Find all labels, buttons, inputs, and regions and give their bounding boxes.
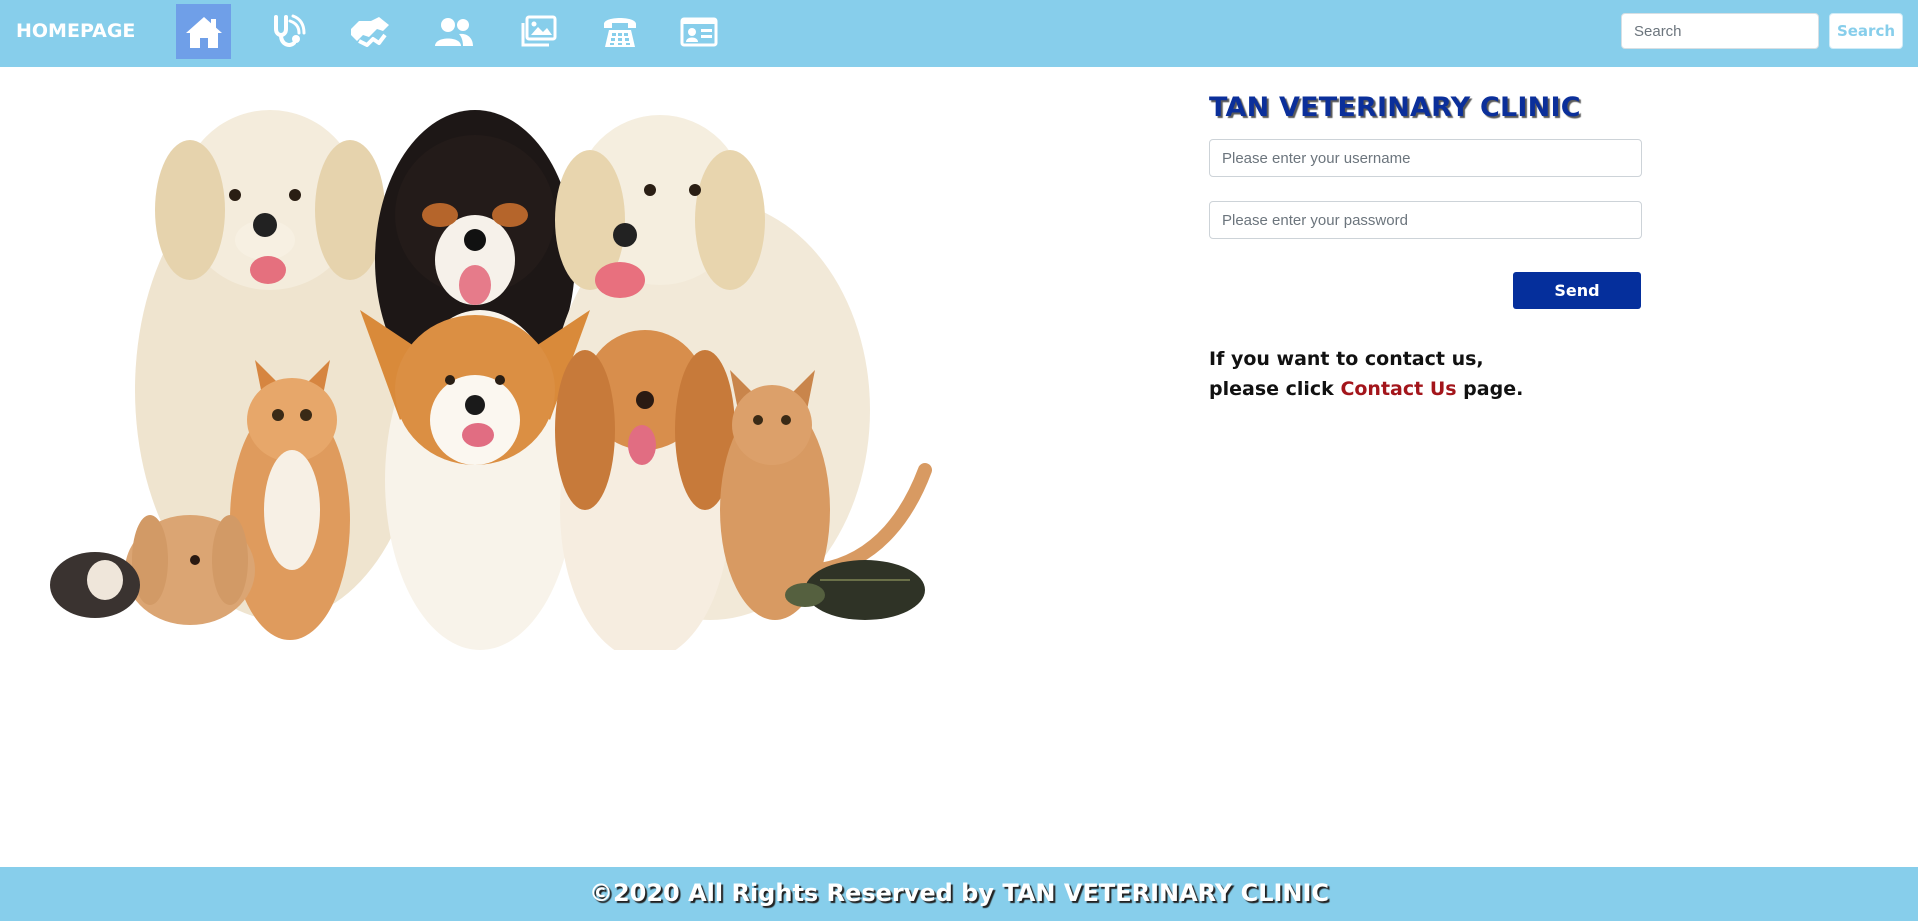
users-icon xyxy=(434,17,473,46)
nav-gallery[interactable] xyxy=(510,4,565,59)
send-button[interactable]: Send xyxy=(1513,272,1641,309)
top-navbar: HOMEPAGE Search Search xyxy=(0,0,1918,67)
footer-copyright: ©2020 All Rights Reserved by TAN VETERIN… xyxy=(588,879,1330,907)
stethoscope-icon xyxy=(273,14,305,47)
nav-contact-phone[interactable] xyxy=(592,4,647,59)
nav-partners[interactable] xyxy=(342,4,397,59)
username-input[interactable] xyxy=(1209,139,1642,177)
homepage-link[interactable]: HOMEPAGE xyxy=(16,20,135,42)
search-button[interactable]: Search xyxy=(1829,13,1903,49)
id-card-icon xyxy=(680,17,717,46)
nav-about[interactable] xyxy=(671,4,726,59)
search-input[interactable] xyxy=(1621,13,1819,49)
handshake-icon xyxy=(350,16,389,47)
images-icon xyxy=(521,15,556,46)
footer: ©2020 All Rights Reserved by TAN VETERIN… xyxy=(0,867,1918,921)
contact-us-link[interactable]: Contact Us xyxy=(1340,378,1456,400)
nav-team[interactable] xyxy=(426,4,481,59)
password-input[interactable] xyxy=(1209,201,1642,239)
pets-group-image xyxy=(50,110,932,650)
contact-prefix: please click xyxy=(1209,378,1341,400)
nav-home[interactable] xyxy=(176,4,231,59)
contact-message: If you want to contact us, please click … xyxy=(1209,344,1523,404)
phone-icon xyxy=(603,17,636,47)
home-icon xyxy=(185,16,222,48)
nav-services[interactable] xyxy=(259,4,314,59)
clinic-title: TAN VETERINARY CLINIC xyxy=(1209,92,1581,123)
contact-suffix: page. xyxy=(1456,378,1524,400)
contact-line-1: If you want to contact us, xyxy=(1209,348,1484,370)
